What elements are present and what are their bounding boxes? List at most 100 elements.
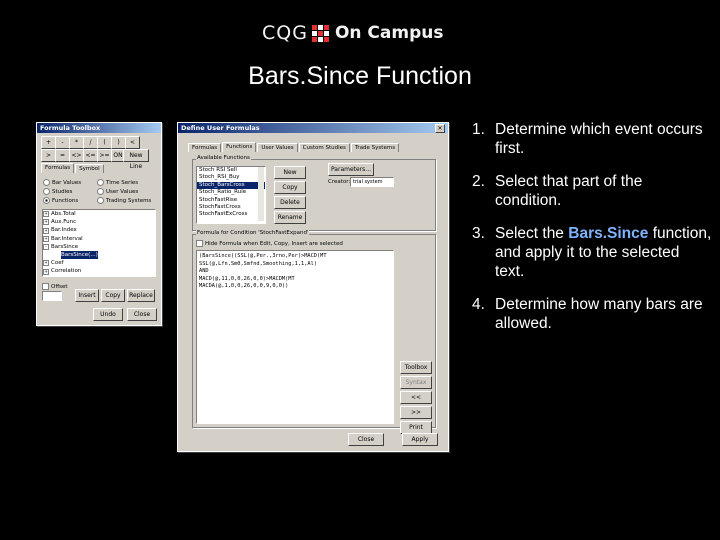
- radio-dot[interactable]: [97, 197, 104, 204]
- radio-label: Bar Values: [52, 179, 82, 186]
- key-button[interactable]: *: [69, 136, 84, 149]
- key-button[interactable]: ): [111, 136, 126, 149]
- toolbox-close-button[interactable]: Close: [127, 308, 157, 321]
- available-functions-label: Available Functions: [196, 155, 251, 161]
- define-titlebar[interactable]: Define User Formulas ✕: [178, 123, 448, 133]
- listbox-scrollbar[interactable]: [258, 167, 264, 221]
- delete-button[interactable]: Delete: [274, 196, 306, 209]
- tab-trade-systems[interactable]: Trade Systems: [350, 143, 400, 152]
- list-item[interactable]: StochFastRise: [197, 197, 265, 204]
- tree-item[interactable]: + Bar.Interval: [43, 235, 155, 243]
- tab-formulas[interactable]: Formulas: [188, 143, 222, 152]
- creator-field[interactable]: trial system: [350, 177, 394, 187]
- syntax-button[interactable]: Syntax: [400, 376, 432, 389]
- key-button[interactable]: <=: [83, 149, 98, 162]
- copy-function-button[interactable]: Copy: [274, 181, 306, 194]
- radio-option[interactable]: Studies: [43, 188, 72, 195]
- apply-button[interactable]: Apply: [402, 433, 438, 446]
- expand-icon[interactable]: +: [43, 227, 49, 234]
- toolbox-button[interactable]: Toolbox: [400, 361, 432, 374]
- tree-item[interactable]: + Correlation: [43, 267, 155, 275]
- tree-item[interactable]: + Aux.Func: [43, 218, 155, 226]
- close-icon[interactable]: ✕: [435, 123, 445, 133]
- copy-button[interactable]: Copy: [101, 289, 125, 302]
- insert-button[interactable]: Insert: [75, 289, 99, 302]
- radio-dot[interactable]: [43, 179, 50, 186]
- offset-label: Offset: [51, 283, 68, 290]
- tree-item-label: Aux.Func: [51, 219, 77, 226]
- tab-formulas[interactable]: Formulas: [41, 163, 75, 173]
- expand-icon[interactable]: -: [43, 243, 49, 250]
- key-button[interactable]: =: [55, 149, 70, 162]
- list-item[interactable]: Stoch_RSI_Buy: [197, 174, 265, 181]
- key-button[interactable]: <>: [69, 149, 84, 162]
- logo-mark-cell: [317, 24, 323, 30]
- toolbox-title: Formula Toolbox: [40, 124, 101, 132]
- list-item[interactable]: StochFastCross: [197, 204, 265, 211]
- expand-icon[interactable]: +: [43, 211, 49, 218]
- key-button[interactable]: >: [41, 149, 56, 162]
- prev-button[interactable]: <<: [400, 391, 432, 404]
- radio-dot[interactable]: [97, 188, 104, 195]
- list-item[interactable]: Stoch_BarsCross: [197, 181, 265, 190]
- tree-item[interactable]: + Bar.Index: [43, 226, 155, 234]
- tab-functions[interactable]: Functions: [222, 142, 257, 152]
- define-close-button[interactable]: Close: [348, 433, 384, 446]
- next-button[interactable]: >>: [400, 406, 432, 419]
- offset-checkbox[interactable]: [42, 283, 49, 290]
- tree-item[interactable]: BarsSince(...): [43, 251, 155, 260]
- list-item[interactable]: Stoch RSI Sell: [197, 167, 265, 174]
- key-button[interactable]: <: [125, 136, 140, 149]
- logo-mark-cell: [311, 24, 317, 30]
- tab-custom-studies[interactable]: Custom Studies: [298, 143, 350, 152]
- radio-dot[interactable]: [97, 179, 104, 186]
- list-item[interactable]: Stoch_Ratio_Rule: [197, 189, 265, 196]
- replace-button[interactable]: Replace: [127, 289, 155, 302]
- tree-item[interactable]: - BarsSince: [43, 243, 155, 251]
- toolbox-titlebar[interactable]: Formula Toolbox: [37, 123, 161, 133]
- formula-editor[interactable]: (BarsSince((SSL(@,Per.,3rno,Per)>MACD(MT…: [196, 250, 394, 424]
- undo-button[interactable]: Undo: [93, 308, 123, 321]
- hide-formula-checkbox[interactable]: [196, 240, 203, 247]
- radio-option[interactable]: Functions: [43, 197, 78, 204]
- key-button[interactable]: /: [83, 136, 98, 149]
- key-button[interactable]: >=: [97, 149, 112, 162]
- radio-option[interactable]: User Values: [97, 188, 138, 195]
- offset-row: Offset: [42, 283, 68, 290]
- rename-button[interactable]: Rename: [274, 211, 306, 224]
- step-item: 4. Determine how many bars are allowed.: [472, 295, 712, 333]
- radio-option[interactable]: Time Series: [97, 179, 138, 186]
- formula-group-label: Formula for Condition 'StochFastExpand': [196, 230, 310, 236]
- expand-icon[interactable]: +: [43, 260, 49, 267]
- new-button[interactable]: New: [274, 166, 306, 179]
- key-button[interactable]: (: [97, 136, 112, 149]
- step-number: 2.: [472, 173, 485, 190]
- radio-label: Time Series: [106, 179, 139, 186]
- step-text: Select that part of the condition.: [495, 172, 712, 210]
- radio-option[interactable]: Bar Values: [43, 179, 81, 186]
- tab-symbol[interactable]: Symbol: [75, 164, 104, 173]
- parameters-button[interactable]: Parameters...: [328, 163, 374, 176]
- function-tree[interactable]: + Abs.Total + Aux.Func + Bar.Index + Bar.Interv…: [42, 209, 156, 277]
- list-item[interactable]: StochFastExCross: [197, 211, 265, 218]
- toolbox-tabs: Formulas Symbol: [41, 163, 105, 173]
- expand-icon[interactable]: +: [43, 268, 49, 275]
- key-button[interactable]: +: [41, 136, 56, 149]
- offset-input[interactable]: [42, 291, 62, 301]
- key-button[interactable]: -: [55, 136, 70, 149]
- radio-option[interactable]: Trading Systems: [97, 197, 151, 204]
- radio-dot[interactable]: [43, 197, 50, 204]
- code-line: MACD(@,11,0,0,26,0,0)>MACDM(MT: [199, 275, 295, 282]
- functions-listbox[interactable]: Stoch RSI Sell Stoch_RSI_Buy Stoch_BarsCro…: [196, 166, 266, 224]
- logo-mark-cell: [317, 36, 323, 42]
- tree-item[interactable]: + Coef: [43, 259, 155, 267]
- step-item: 3. Select the Bars.Since function, and ap…: [472, 224, 712, 281]
- key-button[interactable]: New Line: [123, 149, 149, 170]
- tree-item[interactable]: + Abs.Total: [43, 210, 155, 218]
- expand-icon[interactable]: +: [43, 219, 49, 226]
- tree-item-label: BarsSince(...): [61, 251, 98, 260]
- expand-icon[interactable]: +: [43, 235, 49, 242]
- tree-item-label: BarsSince: [51, 243, 79, 250]
- radio-dot[interactable]: [43, 188, 50, 195]
- tab-user-values[interactable]: User Values: [257, 143, 298, 152]
